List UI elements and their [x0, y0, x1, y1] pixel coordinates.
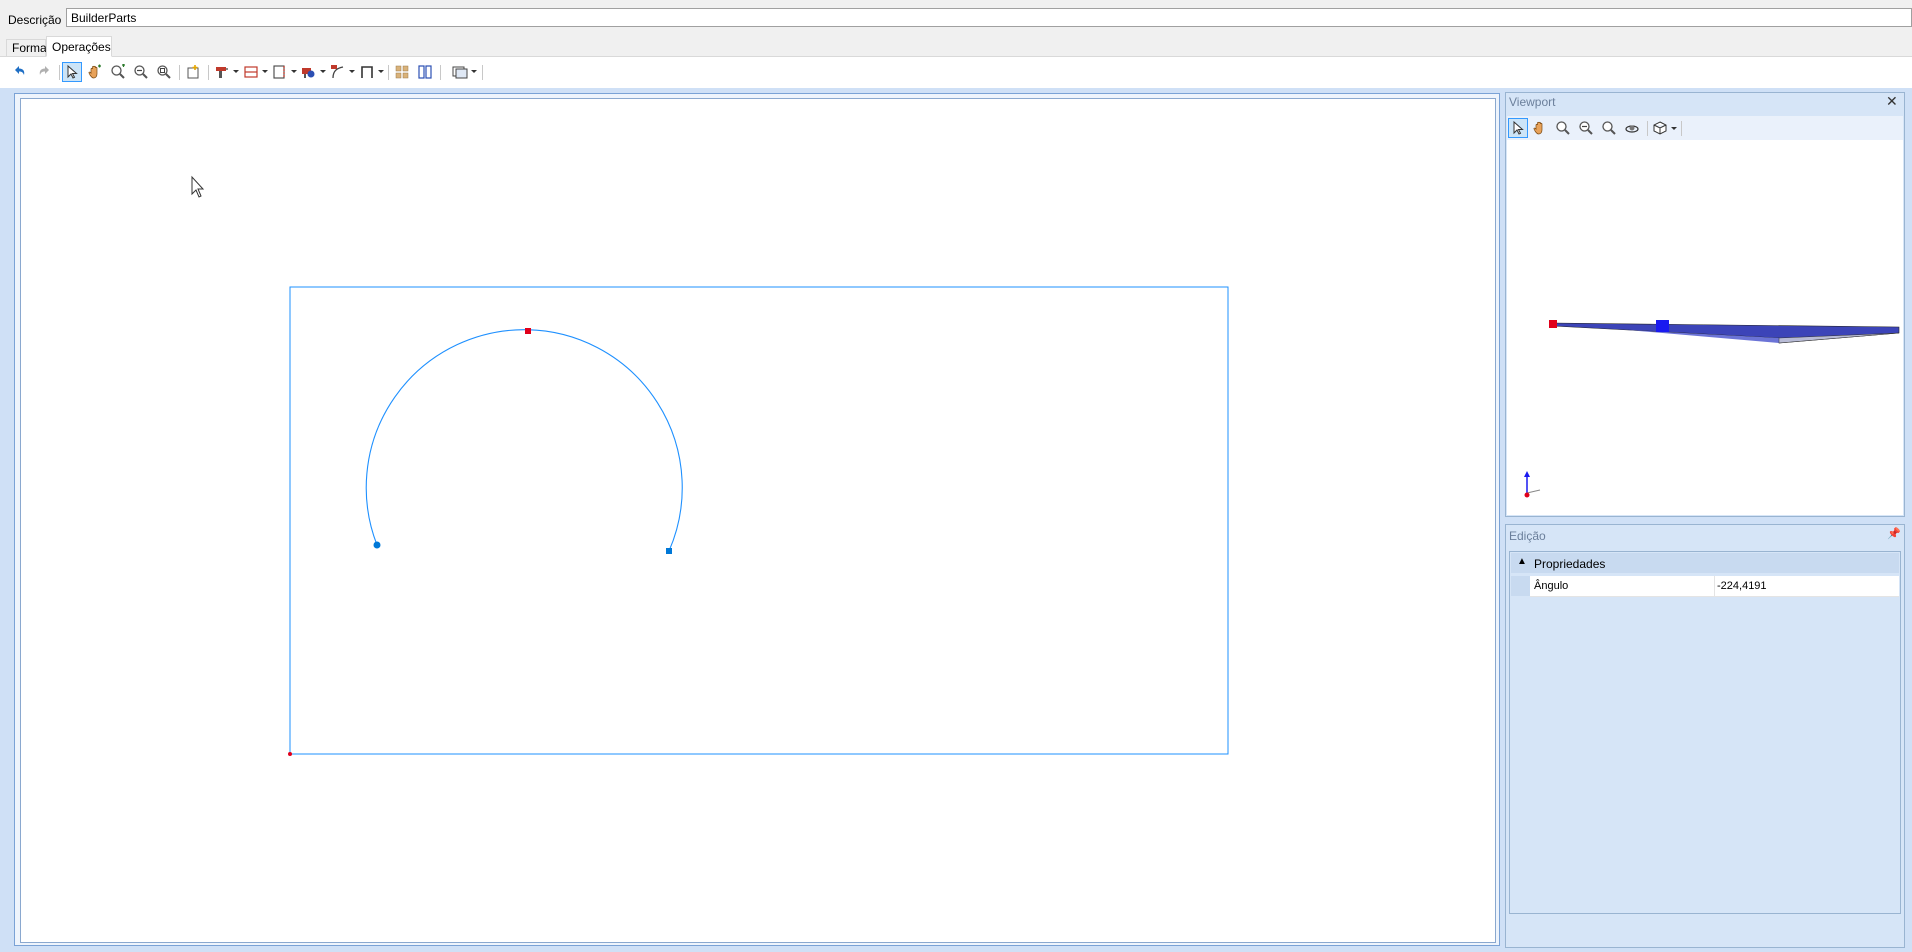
viewport-3d-svg[interactable]	[1507, 140, 1903, 515]
property-category-label: Propriedades	[1534, 557, 1606, 571]
property-name: Ângulo	[1534, 580, 1569, 592]
arc-shape[interactable]	[365, 329, 683, 552]
collapse-toggle-icon[interactable]: ▲	[1517, 556, 1527, 567]
grid-array-icon[interactable]	[392, 62, 412, 82]
origin-point	[288, 752, 292, 756]
pan-hand-icon[interactable]	[85, 62, 105, 82]
viewport-center-marker	[1656, 320, 1669, 332]
pin-icon[interactable]: 📌	[1887, 527, 1901, 540]
property-column-divider[interactable]	[1714, 576, 1715, 596]
description-input[interactable]	[66, 8, 1912, 27]
viewport-zoom-out-icon[interactable]	[1576, 118, 1596, 138]
viewport-title: Viewport	[1509, 95, 1556, 109]
arc-end-handle[interactable]	[666, 548, 672, 554]
new-shape-icon[interactable]	[183, 62, 203, 82]
arc-start-handle[interactable]	[373, 541, 381, 549]
tab-operacoes[interactable]: Operações	[46, 36, 112, 57]
viewport-origin-marker	[1549, 320, 1557, 328]
drill-tool-icon[interactable]	[212, 62, 232, 82]
property-grid	[1509, 551, 1901, 914]
viewport-view-cube-icon[interactable]	[1650, 118, 1670, 138]
property-value[interactable]: -224,4191	[1717, 580, 1767, 592]
drawing-canvas[interactable]	[20, 98, 1496, 943]
drawing-svg[interactable]	[21, 99, 1495, 942]
redo-icon[interactable]	[34, 62, 54, 82]
profile-tool-icon[interactable]	[270, 62, 290, 82]
viewport-select-pointer-icon[interactable]	[1508, 118, 1528, 138]
mouse-cursor-icon	[191, 175, 205, 198]
viewport-pan-hand-icon[interactable]	[1530, 118, 1550, 138]
layer-tool-icon[interactable]	[241, 62, 261, 82]
viewport-zoom-window-icon[interactable]	[1553, 118, 1573, 138]
arc-mid-handle[interactable]	[525, 328, 531, 334]
tab-forma[interactable]: Forma	[6, 39, 47, 56]
property-row-gutter	[1511, 576, 1530, 596]
zoom-window-icon[interactable]	[108, 62, 128, 82]
panel-rectangle[interactable]	[289, 286, 1229, 755]
zoom-extents-icon[interactable]	[154, 62, 174, 82]
path-tool-icon[interactable]	[328, 62, 348, 82]
axis-indicator-icon	[1524, 471, 1541, 498]
view-options-icon[interactable]	[450, 62, 470, 82]
tab-strip: Forma Operações	[0, 34, 1912, 57]
routing-tool-icon[interactable]	[299, 62, 319, 82]
zoom-out-icon[interactable]	[131, 62, 151, 82]
viewport-3d-view[interactable]	[1507, 140, 1903, 515]
main-toolbar	[0, 57, 1912, 87]
viewport-toolbar	[1507, 116, 1903, 140]
select-pointer-icon[interactable]	[62, 62, 82, 82]
viewport-close-icon[interactable]: ✕	[1886, 93, 1898, 110]
edicao-title: Edição	[1509, 529, 1546, 543]
viewport-zoom-extents-icon[interactable]	[1599, 118, 1619, 138]
mirror-icon[interactable]	[415, 62, 435, 82]
undo-icon[interactable]	[10, 62, 30, 82]
frame-tool-icon[interactable]	[357, 62, 377, 82]
description-label: Descrição	[8, 13, 62, 27]
viewport-orbit-icon[interactable]	[1622, 118, 1642, 138]
